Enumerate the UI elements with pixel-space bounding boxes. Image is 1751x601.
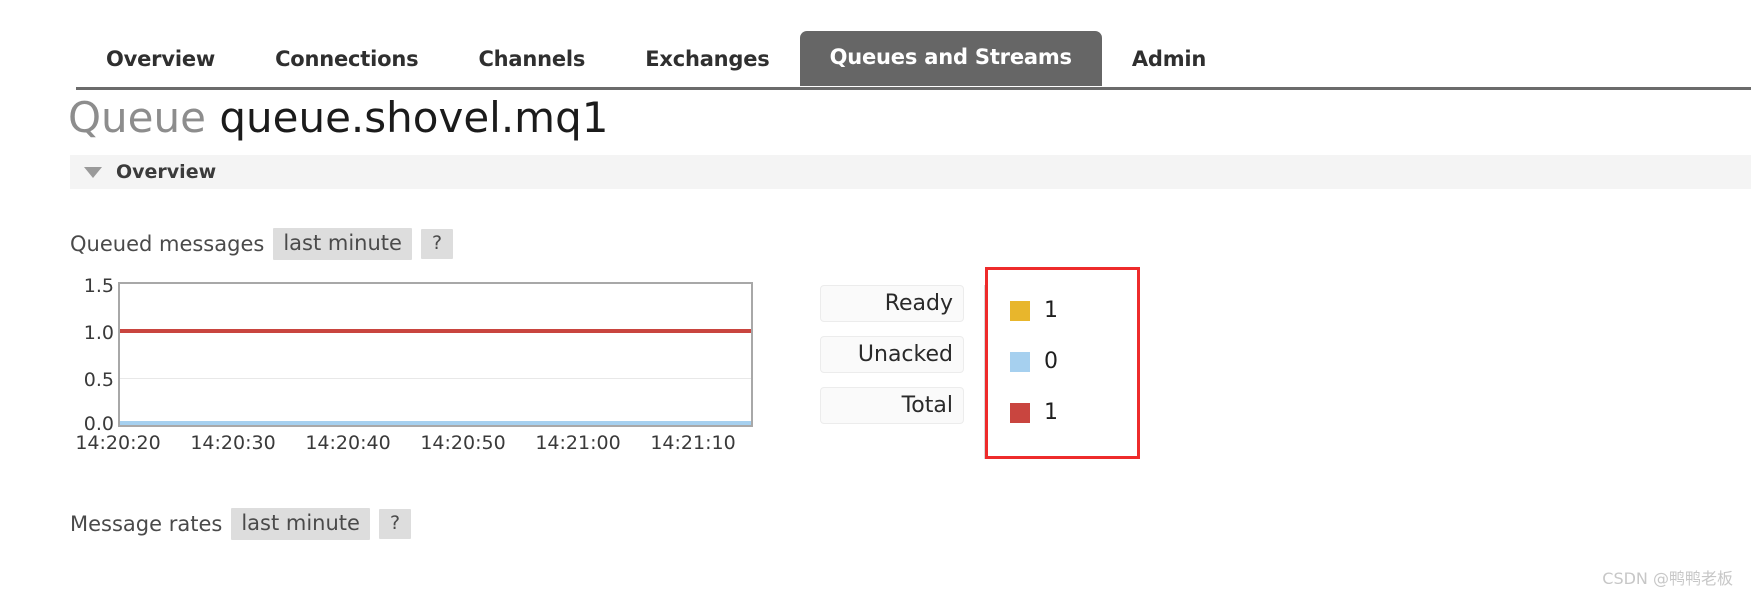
message-rates-label: Message rates [70,512,223,536]
stat-label-unacked: Unacked [820,336,964,373]
series-line-total [120,329,751,333]
queue-stats-panel: Ready Unacked Total 1 0 1 [820,267,1140,459]
tab-connections[interactable]: Connections [245,37,448,86]
overview-section-header[interactable]: Overview [70,155,1751,189]
stat-row-total: 1 [1010,394,1137,431]
tab-list: Overview Connections Channels Exchanges … [76,31,1236,86]
tab-admin[interactable]: Admin [1102,37,1236,86]
stat-row-unacked: 0 [1010,343,1137,380]
legend-swatch-total [1010,402,1030,423]
watermark: CSDN @鸭鸭老板 [1602,569,1733,588]
page-title-type: Queue [68,93,206,142]
queued-messages-period-selector[interactable]: last minute [273,228,412,260]
queued-messages-label: Queued messages [70,232,265,256]
series-line-unacked [120,421,751,425]
x-tick-label: 14:21:10 [650,432,736,454]
tab-channels[interactable]: Channels [448,37,615,86]
x-tick-label: 14:21:00 [535,432,621,454]
main-navigation: Overview Connections Channels Exchanges … [0,0,1751,90]
page-title: Queue queue.shovel.mq1 [68,93,609,142]
stat-label-column: Ready Unacked Total [820,285,964,424]
stat-label-ready: Ready [820,285,964,322]
chart-x-axis: 14:20:20 14:20:30 14:20:40 14:20:50 14:2… [68,432,758,462]
message-rates-period-selector[interactable]: last minute [231,508,370,540]
x-tick-label: 14:20:30 [190,432,276,454]
y-tick-label: 0.5 [83,369,114,391]
page-title-queue-name: queue.shovel.mq1 [219,93,609,142]
x-tick-label: 14:20:50 [420,432,506,454]
tab-overview[interactable]: Overview [76,37,245,86]
x-tick-label: 14:20:20 [75,432,161,454]
message-rates-help-icon[interactable]: ? [378,509,412,539]
message-rates-heading: Message rates last minute ? [70,508,412,540]
queued-messages-chart: 1.5 1.0 0.5 0.0 14:20:20 14:20:30 14:20:… [68,275,758,462]
overview-section-title: Overview [116,161,217,183]
tab-queues-and-streams[interactable]: Queues and Streams [799,31,1102,86]
stat-value-total: 1 [1044,400,1058,425]
stat-value-unacked: 0 [1044,349,1058,374]
gridline [120,378,751,379]
stat-label-total: Total [820,387,964,424]
queued-messages-heading: Queued messages last minute ? [70,228,454,260]
legend-swatch-unacked [1010,351,1030,372]
stat-row-ready: 1 [1010,292,1137,329]
tab-exchanges[interactable]: Exchanges [615,37,799,86]
queued-messages-help-icon[interactable]: ? [420,229,454,259]
chart-plot-area[interactable] [118,282,753,427]
stat-value-ready: 1 [1044,298,1058,323]
y-tick-label: 1.5 [83,275,114,297]
stat-values-highlight-box: 1 0 1 [985,267,1140,459]
triangle-down-icon[interactable] [84,166,102,178]
legend-swatch-ready [1010,300,1030,321]
chart-y-axis: 1.5 1.0 0.5 0.0 [68,275,114,435]
y-tick-label: 1.0 [83,322,114,344]
x-tick-label: 14:20:40 [305,432,391,454]
nav-underline [76,87,1751,90]
